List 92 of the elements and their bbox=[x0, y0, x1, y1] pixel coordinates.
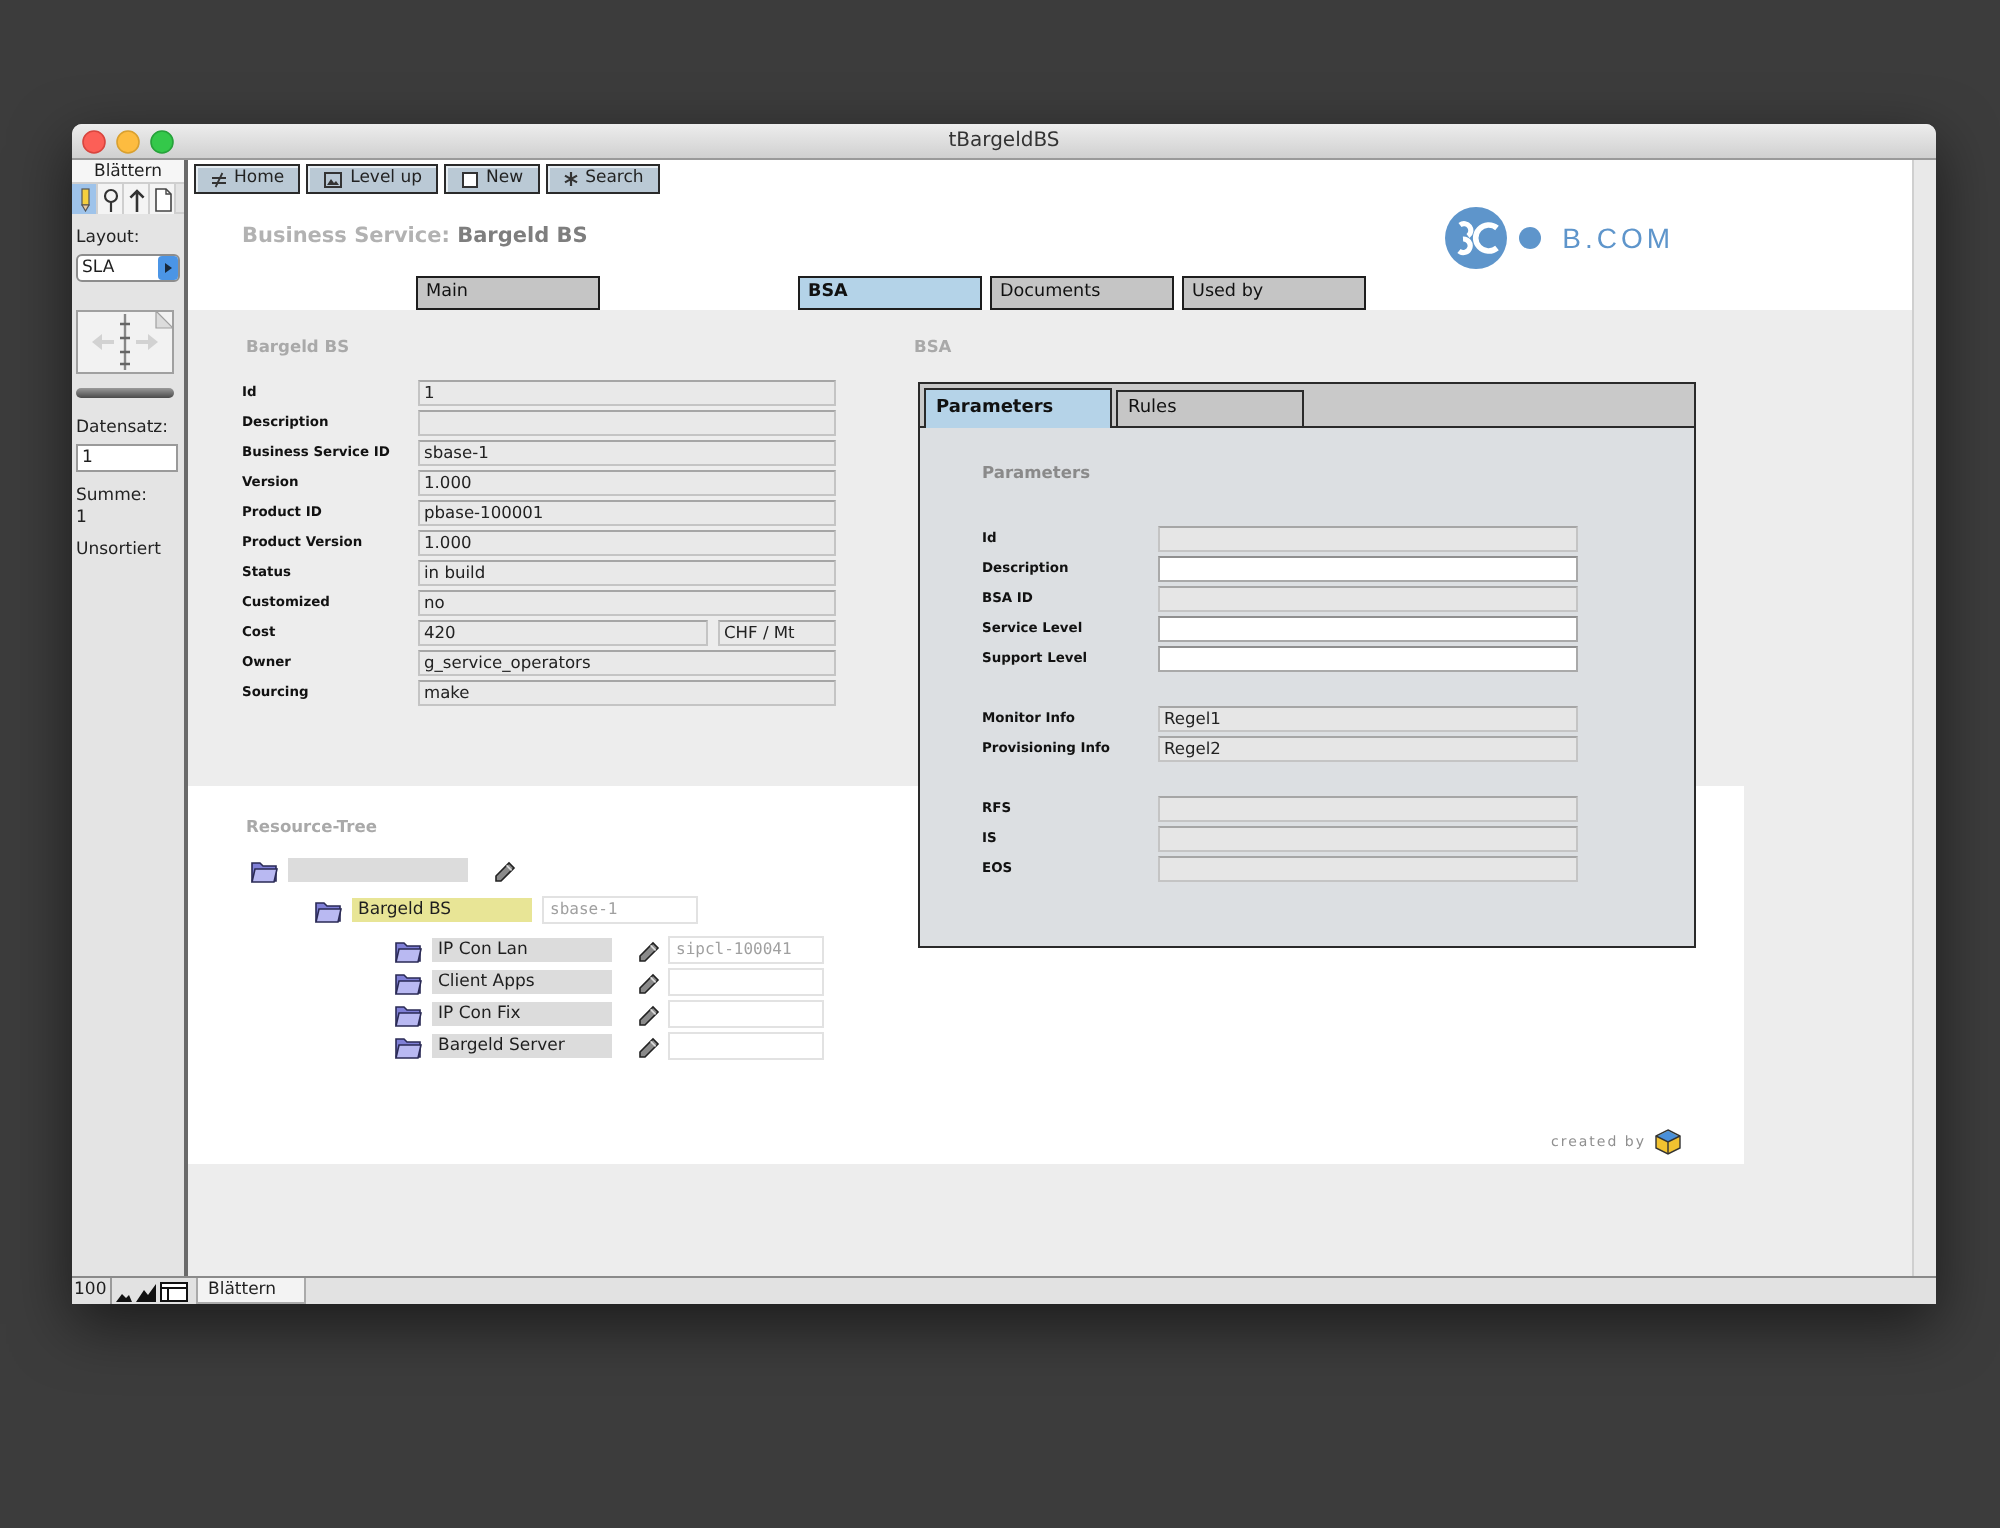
panel-tab[interactable]: Rules bbox=[1116, 390, 1304, 426]
text-field[interactable] bbox=[1158, 586, 1578, 612]
node-name-field[interactable]: Bargeld BS bbox=[352, 898, 532, 922]
text-field[interactable]: 1 bbox=[418, 380, 836, 406]
small-mountain-icon[interactable] bbox=[116, 1289, 132, 1301]
folder-icon[interactable] bbox=[394, 1033, 422, 1059]
logo-icon bbox=[1444, 205, 1545, 269]
book-icon[interactable] bbox=[76, 310, 174, 375]
find-mode-button[interactable] bbox=[98, 184, 124, 214]
window-icon[interactable] bbox=[160, 1281, 188, 1301]
zoom-level[interactable]: 100 bbox=[72, 1278, 112, 1304]
title-label: Business Service: bbox=[242, 224, 450, 249]
preview-mode-button[interactable] bbox=[150, 184, 176, 214]
arrow-up-icon bbox=[127, 187, 145, 211]
text-field[interactable] bbox=[1158, 796, 1578, 822]
layout-tab[interactable]: Documents bbox=[990, 276, 1174, 310]
text-field[interactable] bbox=[1158, 826, 1578, 852]
pencil-icon[interactable] bbox=[636, 1002, 660, 1026]
picture-icon bbox=[324, 171, 343, 187]
record-number-field[interactable]: 1 bbox=[76, 444, 178, 473]
total-label: Summe: bbox=[76, 486, 147, 508]
folder-icon[interactable] bbox=[314, 897, 342, 923]
pencil-icon[interactable] bbox=[636, 970, 660, 994]
section-heading: Resource-Tree bbox=[246, 816, 378, 836]
window-title: tBargeldBS bbox=[948, 129, 1060, 151]
layout-tab[interactable]: BSA bbox=[798, 276, 982, 310]
folder-icon[interactable] bbox=[394, 969, 422, 995]
close-window-button[interactable] bbox=[82, 129, 106, 153]
record-slider-track[interactable] bbox=[76, 388, 174, 399]
text-field[interactable]: 420 bbox=[418, 620, 708, 646]
folder-icon[interactable] bbox=[394, 937, 422, 963]
node-name-field[interactable]: IP Con Fix bbox=[432, 1002, 612, 1026]
node-id-field[interactable] bbox=[668, 1032, 824, 1060]
folder-icon[interactable] bbox=[250, 857, 278, 883]
text-field[interactable]: in build bbox=[418, 560, 836, 586]
text-field[interactable]: make bbox=[418, 680, 836, 706]
pin-icon bbox=[101, 187, 119, 211]
new-button[interactable]: New bbox=[444, 164, 540, 194]
zoom-window-button[interactable] bbox=[150, 129, 174, 153]
asterisk-icon bbox=[563, 172, 578, 186]
pencil-icon bbox=[75, 187, 93, 211]
layout-mode-button[interactable] bbox=[124, 184, 150, 214]
node-id-field[interactable] bbox=[668, 968, 824, 996]
text-field[interactable]: sbase-1 bbox=[418, 440, 836, 466]
cube-icon bbox=[1652, 1128, 1684, 1156]
record-label: Datensatz: bbox=[76, 418, 168, 439]
text-field[interactable]: Regel1 bbox=[1158, 706, 1578, 732]
logo-text: B.COM bbox=[1562, 223, 1674, 251]
node-name-field[interactable]: IP Con Lan bbox=[432, 938, 612, 962]
minimize-window-button[interactable] bbox=[116, 129, 140, 153]
home-button[interactable]: Home bbox=[194, 164, 301, 194]
text-field[interactable] bbox=[1158, 556, 1578, 582]
layout-label: Layout: bbox=[76, 228, 140, 249]
text-field[interactable]: pbase-100001 bbox=[418, 500, 836, 526]
folder-icon[interactable] bbox=[394, 1001, 422, 1027]
layout-tab[interactable]: Main bbox=[416, 276, 600, 310]
section-heading: BSA bbox=[914, 336, 952, 356]
title-value: Bargeld BS bbox=[457, 224, 588, 249]
pencil-icon[interactable] bbox=[492, 858, 516, 882]
text-field[interactable] bbox=[418, 410, 836, 436]
text-field[interactable]: g_service_operators bbox=[418, 650, 836, 676]
node-name-field[interactable]: Client Apps bbox=[432, 970, 612, 994]
large-mountain-icon[interactable] bbox=[136, 1283, 156, 1301]
square-icon bbox=[462, 171, 479, 187]
level-up-button[interactable]: Level up bbox=[306, 164, 439, 194]
layout-tab[interactable]: Used by bbox=[1182, 276, 1366, 310]
node-name-field[interactable]: Bargeld Server bbox=[432, 1034, 612, 1058]
text-field[interactable] bbox=[1158, 646, 1578, 672]
text-field[interactable]: no bbox=[418, 590, 836, 616]
not-equal-icon bbox=[212, 171, 226, 187]
page-icon bbox=[153, 187, 171, 211]
mode-label: Blättern bbox=[196, 1278, 306, 1304]
sidebar-title: Blättern bbox=[72, 160, 184, 184]
vertical-scrollbar-track[interactable] bbox=[1912, 160, 1936, 1276]
text-field[interactable]: Regel2 bbox=[1158, 736, 1578, 762]
text-field[interactable] bbox=[1158, 856, 1578, 882]
text-field[interactable] bbox=[1158, 526, 1578, 552]
section-heading: Bargeld BS bbox=[246, 336, 350, 356]
search-button[interactable]: Search bbox=[545, 164, 660, 194]
panel-tab[interactable]: Parameters bbox=[924, 388, 1112, 428]
node-id-field[interactable] bbox=[668, 1000, 824, 1028]
unit-field[interactable]: CHF / Mt bbox=[718, 620, 836, 646]
total-count: 1 bbox=[76, 507, 87, 528]
panel-heading: Parameters bbox=[982, 462, 1091, 482]
layout-dropdown[interactable]: SLA bbox=[76, 254, 180, 283]
text-field[interactable]: 1.000 bbox=[418, 530, 836, 556]
pencil-icon[interactable] bbox=[636, 938, 660, 962]
node-name-field[interactable] bbox=[288, 858, 468, 882]
text-field[interactable] bbox=[1158, 616, 1578, 642]
pencil-icon[interactable] bbox=[636, 1034, 660, 1058]
text-field[interactable]: 1.000 bbox=[418, 470, 836, 496]
sort-status: Unsortiert bbox=[76, 539, 161, 560]
